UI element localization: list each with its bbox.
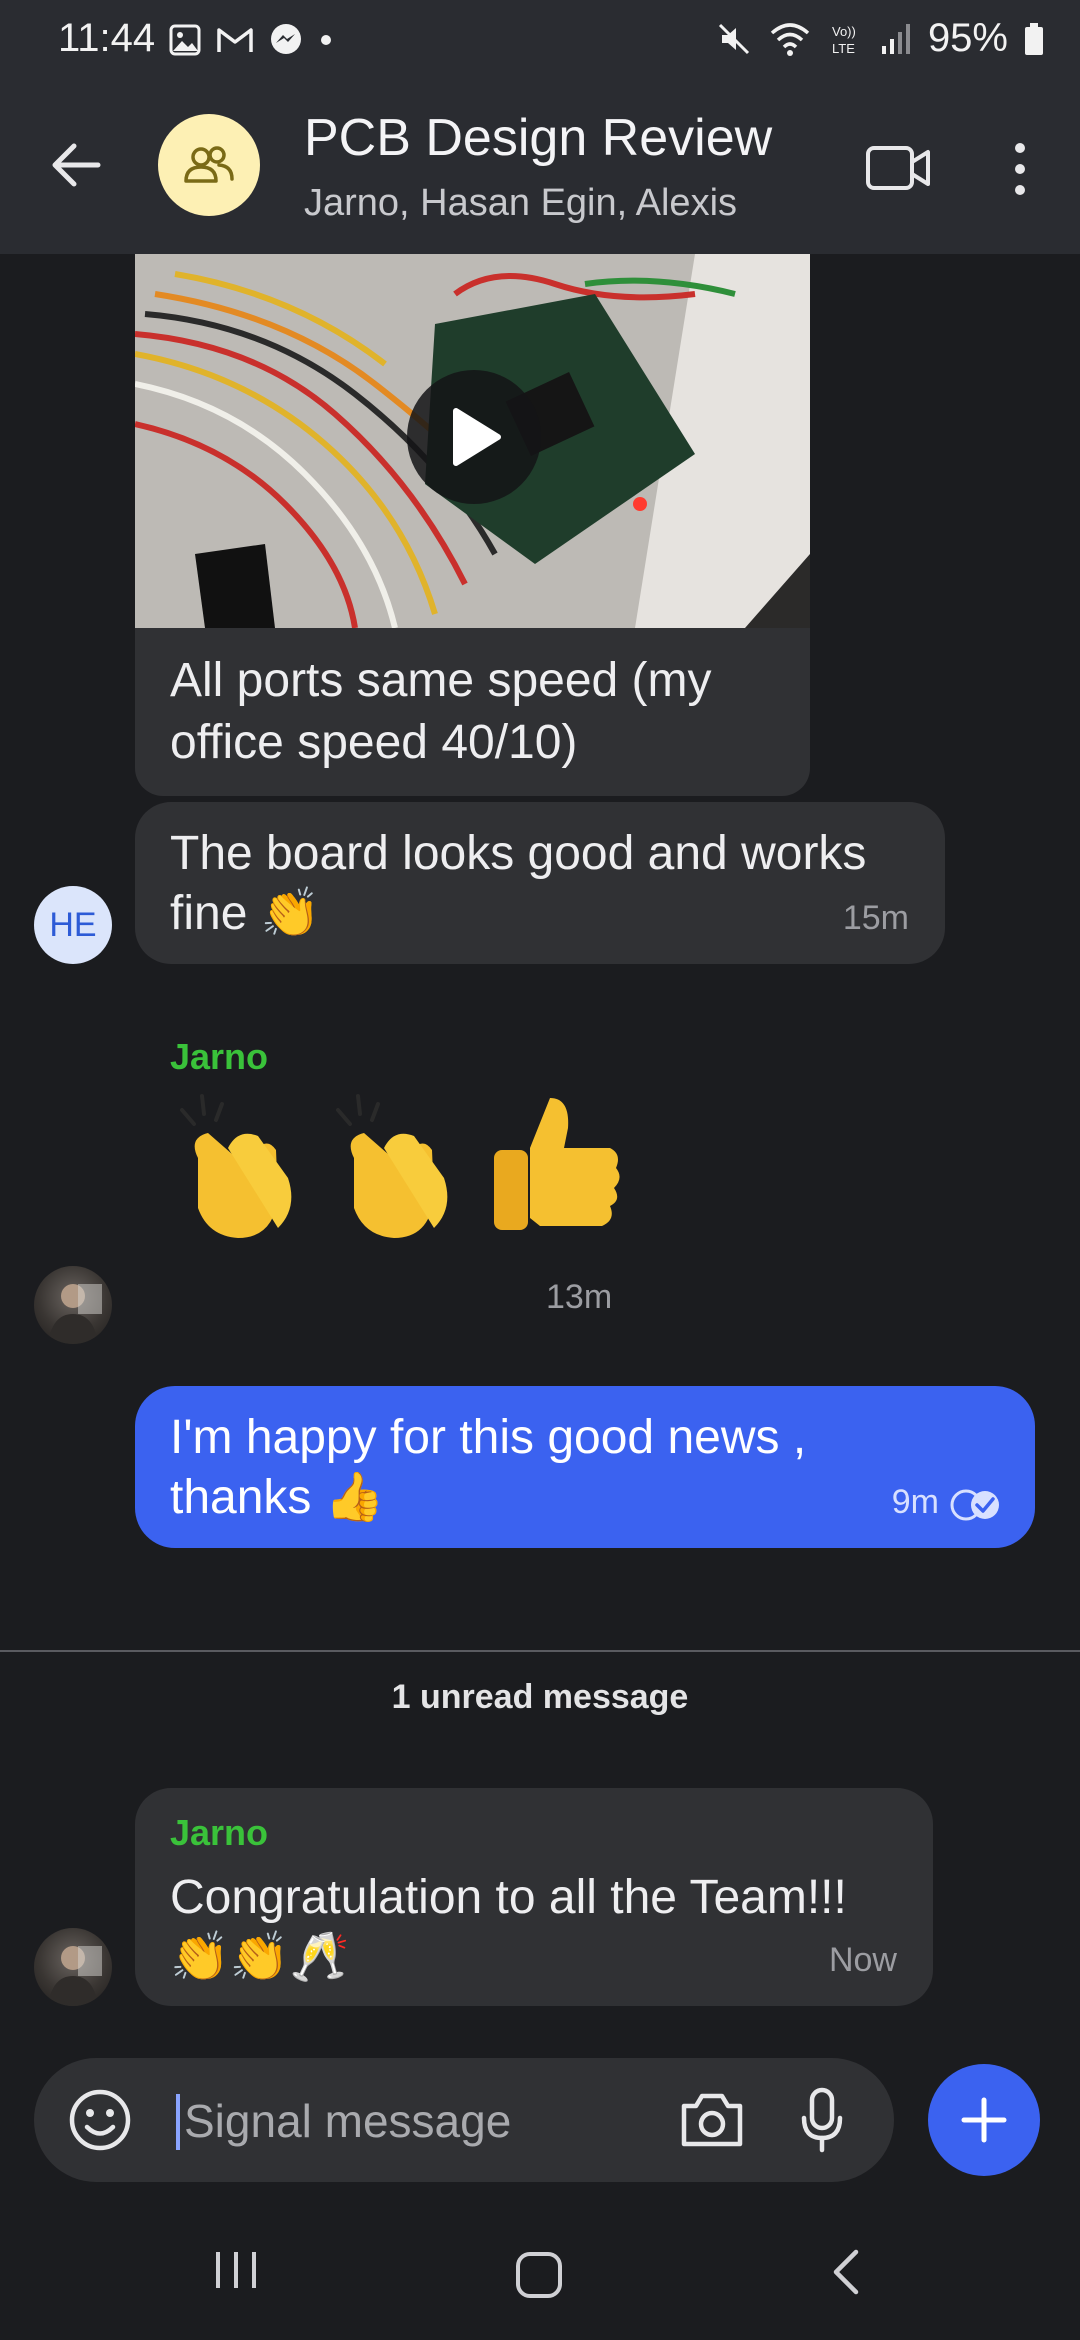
camera-icon[interactable]	[678, 2090, 746, 2150]
message-time: 13m	[546, 1278, 613, 1316]
profile-photo	[48, 1284, 102, 1344]
avatar[interactable]	[34, 1266, 112, 1344]
attach-button[interactable]	[928, 2064, 1040, 2176]
message-text: Congratulation to all the Team!!! 👏👏🥂	[170, 1871, 847, 1984]
incoming-message-bubble[interactable]: Jarno Congratulation to all the Team!!! …	[135, 1788, 933, 2006]
message-time: 15m	[842, 899, 909, 937]
text-cursor	[176, 2094, 180, 2150]
avatar[interactable]	[34, 1928, 112, 2006]
home-icon[interactable]	[514, 2250, 564, 2300]
sender-name: Jarno	[170, 1036, 269, 1077]
clapping-hands-icon	[336, 1094, 448, 1238]
gmail-icon	[217, 28, 253, 52]
back-arrow-icon[interactable]	[44, 132, 110, 198]
play-icon	[453, 408, 501, 466]
notification-icons	[168, 22, 334, 58]
signal-icon	[881, 23, 910, 54]
message-composer	[34, 2058, 894, 2182]
clapping-hands-icon	[180, 1094, 292, 1238]
conversation-header: PCB Design Review Jarno, Hasan Egin, Ale…	[0, 84, 1080, 254]
large-emoji-message[interactable]	[168, 1088, 630, 1248]
message-time: 9m	[891, 1483, 939, 1521]
microphone-icon[interactable]	[798, 2086, 846, 2154]
volte-icon: Vo)) LTE	[832, 24, 856, 56]
wifi-icon	[770, 22, 810, 56]
message-time: Now	[828, 1941, 897, 1979]
thumbs-up-icon	[494, 1098, 620, 1230]
play-button[interactable]	[407, 370, 541, 504]
battery-percent: 95%	[927, 16, 1008, 60]
svg-text:LTE: LTE	[832, 41, 855, 56]
outgoing-message-bubble[interactable]: I'm happy for this good news , thanks 👍 …	[135, 1386, 1035, 1548]
message-text: I'm happy for this good news , thanks 👍	[170, 1411, 807, 1524]
unread-divider	[0, 1650, 1080, 1652]
system-navigation-bar	[0, 2200, 1080, 2340]
chat-screen: 11:44 Vo)) LTE 95% PCB Design Review Jar…	[0, 0, 1080, 2340]
media-message-bubble[interactable]: All ports same speed (my office speed 40…	[135, 254, 810, 796]
emoji-icon[interactable]	[66, 2086, 134, 2154]
conversation-title[interactable]: PCB Design Review	[304, 108, 772, 168]
recent-apps-icon[interactable]	[212, 2248, 260, 2292]
profile-photo	[48, 1946, 102, 2006]
svg-text:Vo)): Vo))	[832, 24, 856, 39]
conversation-members[interactable]: Jarno, Hasan Egin, Alexis	[304, 182, 737, 225]
battery-icon	[1025, 22, 1043, 55]
mute-icon	[718, 23, 749, 54]
more-options-icon[interactable]	[1000, 136, 1040, 202]
read-receipt-icon	[950, 1489, 999, 1521]
media-caption: All ports same speed (my office speed 40…	[170, 654, 712, 769]
video-call-icon[interactable]	[864, 138, 934, 198]
sender-name: Jarno	[170, 1812, 269, 1853]
back-nav-icon[interactable]	[826, 2248, 866, 2296]
video-thumbnail[interactable]	[135, 254, 810, 628]
message-text: The board looks good and works fine 👏	[170, 827, 867, 940]
status-bar: 11:44 Vo)) LTE 95%	[0, 0, 1080, 84]
group-icon	[184, 146, 234, 183]
message-input[interactable]	[182, 2088, 666, 2154]
status-time: 11:44	[58, 16, 156, 60]
avatar[interactable]: HE	[34, 886, 112, 964]
group-avatar[interactable]	[158, 114, 260, 216]
gallery-icon	[169, 24, 201, 56]
messenger-icon	[271, 24, 301, 54]
incoming-message-bubble[interactable]: The board looks good and works fine 👏 15…	[135, 802, 945, 964]
unread-label: 1 unread message	[391, 1678, 689, 1716]
plus-icon	[961, 2097, 1007, 2143]
dot-icon	[321, 35, 331, 45]
system-status: Vo)) LTE 95%	[716, 16, 1044, 61]
